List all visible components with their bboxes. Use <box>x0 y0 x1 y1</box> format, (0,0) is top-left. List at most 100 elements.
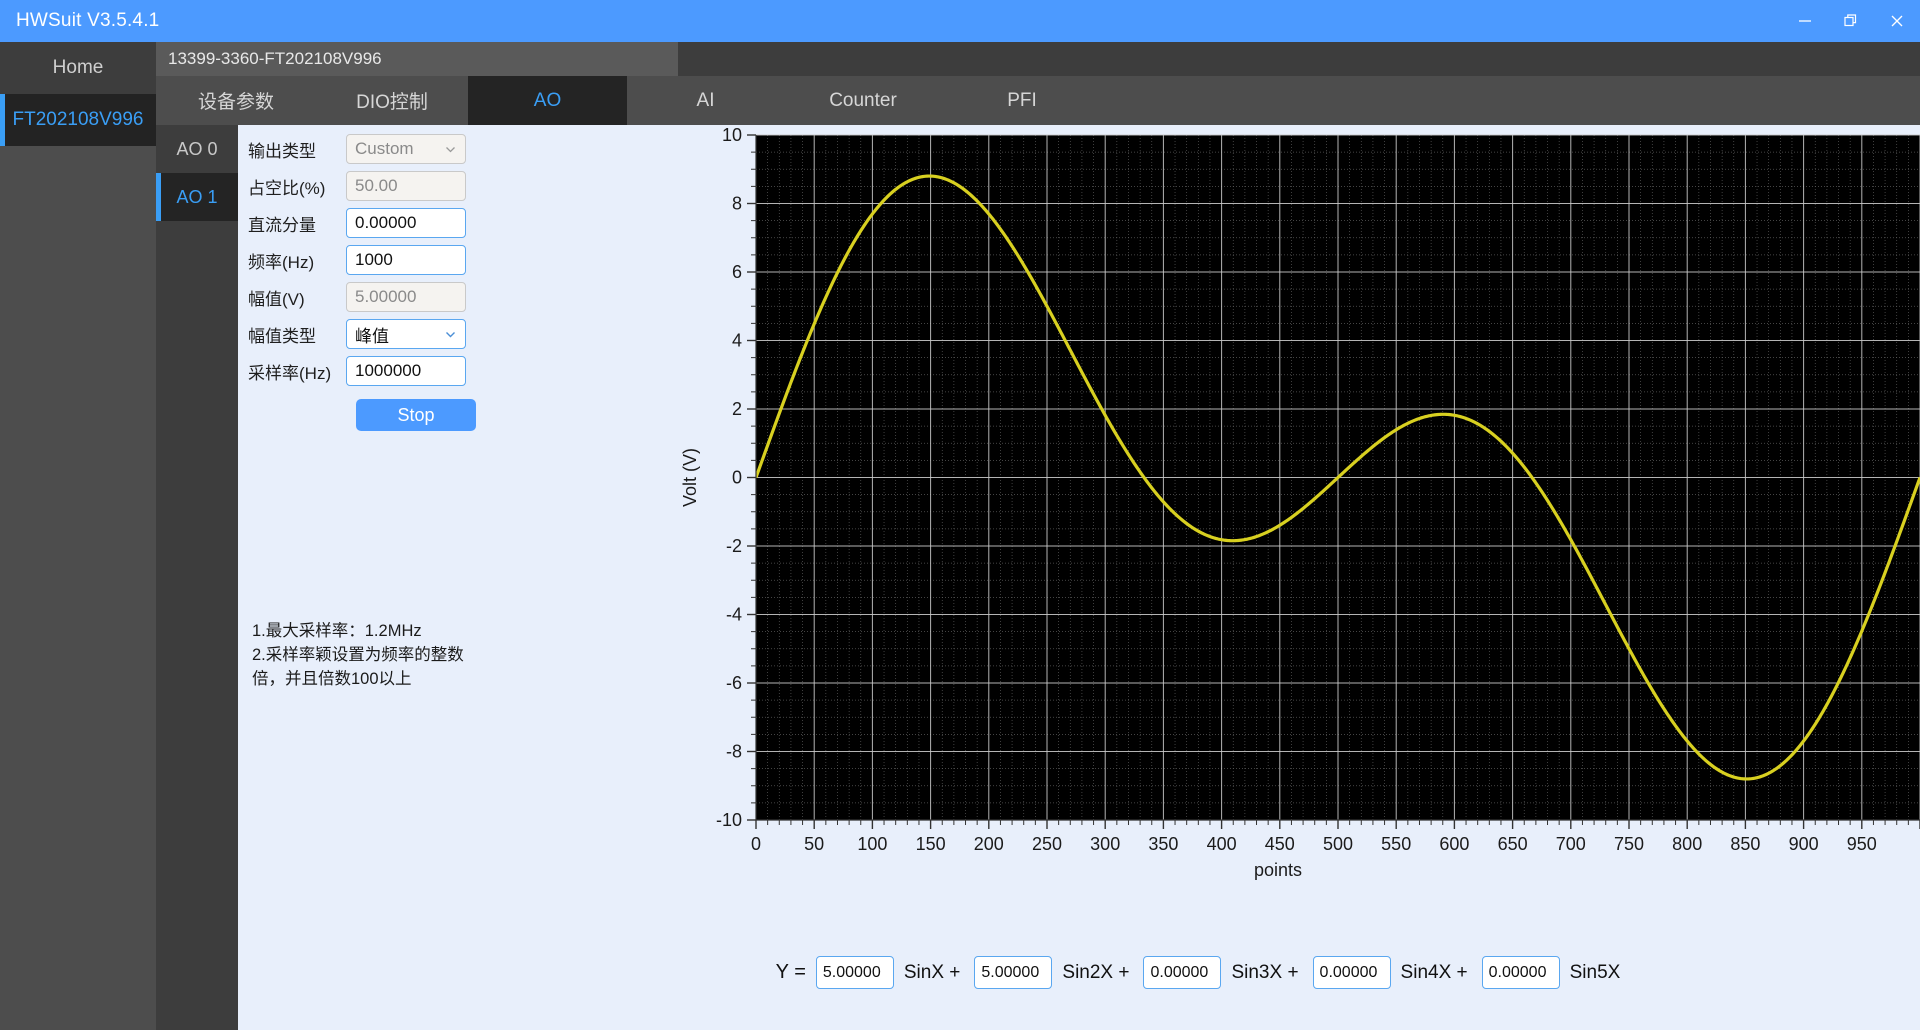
form-row-amplitude-type: 幅值类型 峰值 <box>248 318 476 350</box>
sin4-coefficient-value: 0.00000 <box>1320 964 1378 982</box>
device-title-bar: 13399-3360-FT202108V996 <box>156 42 678 76</box>
svg-text:550: 550 <box>1381 834 1411 854</box>
sample-rate-input[interactable]: 1000000 <box>346 356 466 386</box>
svg-text:750: 750 <box>1614 834 1644 854</box>
svg-text:Volt (V): Volt (V) <box>680 448 700 507</box>
svg-text:-10: -10 <box>716 810 742 830</box>
tab-counter[interactable]: Counter <box>784 76 942 125</box>
ao-channel-item-ao1[interactable]: AO 1 <box>156 173 238 221</box>
svg-text:150: 150 <box>916 834 946 854</box>
amplitude-type-select[interactable]: 峰值 <box>346 319 466 349</box>
note-line-1: 1.最大采样率：1.2MHz <box>252 620 472 644</box>
frequency-input[interactable]: 1000 <box>346 245 466 275</box>
harmonic-formula-bar: Y = 5.00000 SinX + 5.00000 Sin2X + 0.000… <box>476 915 1920 1030</box>
waveform-plot: -10-8-6-4-202468100501001502002503003504… <box>476 125 1920 915</box>
svg-text:100: 100 <box>857 834 887 854</box>
sin5-coefficient-input[interactable]: 0.00000 <box>1482 956 1560 989</box>
tab-device-params[interactable]: 设备参数 <box>156 76 316 125</box>
restore-icon[interactable] <box>1828 0 1874 42</box>
field-label: 占空比(%) <box>248 174 346 199</box>
field-label: 输出类型 <box>248 137 346 162</box>
svg-text:950: 950 <box>1847 834 1877 854</box>
formula-prefix: Y = <box>776 961 806 984</box>
svg-text:2: 2 <box>732 399 742 419</box>
svg-text:500: 500 <box>1323 834 1353 854</box>
tab-label: 设备参数 <box>198 87 274 114</box>
device-title: 13399-3360-FT202108V996 <box>168 49 382 69</box>
tab-label: AO <box>534 90 561 112</box>
sidebar-item-label: Home <box>53 57 104 79</box>
ao-parameter-form: 输出类型 Custom 占空比(%) 50.00 直流分量 0.00000 <box>248 133 476 431</box>
svg-text:350: 350 <box>1148 834 1178 854</box>
form-row-frequency: 频率(Hz) 1000 <box>248 244 476 276</box>
sin2-coefficient-input[interactable]: 5.00000 <box>974 956 1052 989</box>
svg-text:700: 700 <box>1556 834 1586 854</box>
duty-cycle-input[interactable]: 50.00 <box>346 171 466 201</box>
title-bar: HWSuit V3.5.4.1 <box>0 0 1920 42</box>
sidebar-item-device[interactable]: FT202108V996 <box>0 94 156 146</box>
svg-text:400: 400 <box>1207 834 1237 854</box>
tab-label: PFI <box>1007 90 1037 112</box>
form-row-sample-rate: 采样率(Hz) 1000000 <box>248 355 476 387</box>
svg-text:-8: -8 <box>726 742 742 762</box>
amplitude-input[interactable]: 5.00000 <box>346 282 466 312</box>
svg-text:8: 8 <box>732 194 742 214</box>
app-title: HWSuit V3.5.4.1 <box>16 10 159 32</box>
svg-text:900: 900 <box>1789 834 1819 854</box>
svg-text:10: 10 <box>722 125 742 145</box>
svg-text:points: points <box>1254 860 1302 880</box>
svg-text:650: 650 <box>1498 834 1528 854</box>
sidebar-item-label: FT202108V996 <box>13 109 144 131</box>
sin1-term-label: SinX + <box>904 962 961 984</box>
tab-dio-control[interactable]: DIO控制 <box>316 76 468 125</box>
tab-ao[interactable]: AO <box>468 76 627 125</box>
tab-label: Counter <box>829 90 897 112</box>
ao-channel-label: AO 1 <box>176 187 217 208</box>
svg-text:200: 200 <box>974 834 1004 854</box>
tab-label: DIO控制 <box>356 87 428 114</box>
sin4-coefficient-input[interactable]: 0.00000 <box>1313 956 1391 989</box>
svg-text:300: 300 <box>1090 834 1120 854</box>
sin1-coefficient-input[interactable]: 5.00000 <box>816 956 894 989</box>
sin1-coefficient-value: 5.00000 <box>823 964 881 982</box>
svg-text:-4: -4 <box>726 605 742 625</box>
field-label: 采样率(Hz) <box>248 359 346 384</box>
svg-text:-2: -2 <box>726 536 742 556</box>
svg-text:0: 0 <box>751 834 761 854</box>
svg-text:450: 450 <box>1265 834 1295 854</box>
stop-button[interactable]: Stop <box>356 399 476 431</box>
field-label: 幅值类型 <box>248 322 346 347</box>
duty-cycle-value: 50.00 <box>355 176 398 196</box>
tab-pfi[interactable]: PFI <box>942 76 1102 125</box>
sin3-coefficient-input[interactable]: 0.00000 <box>1143 956 1221 989</box>
ao-settings-panel: 输出类型 Custom 占空比(%) 50.00 直流分量 0.00000 <box>238 125 1920 1030</box>
dc-offset-value: 0.00000 <box>355 213 416 233</box>
ao-channel-list: AO 0 AO 1 <box>156 125 238 1030</box>
svg-text:600: 600 <box>1439 834 1469 854</box>
main-region: 13399-3360-FT202108V996 设备参数 DIO控制 AO AI… <box>156 42 1920 1030</box>
sidebar-item-home[interactable]: Home <box>0 42 156 94</box>
svg-text:250: 250 <box>1032 834 1062 854</box>
ao-channel-label: AO 0 <box>176 139 217 160</box>
window-controls <box>1782 0 1920 42</box>
chevron-down-icon <box>444 143 457 156</box>
svg-text:800: 800 <box>1672 834 1702 854</box>
sin5-term-label: Sin5X <box>1570 962 1621 984</box>
sin2-term-label: Sin2X + <box>1062 962 1129 984</box>
dc-offset-input[interactable]: 0.00000 <box>346 208 466 238</box>
tab-ai[interactable]: AI <box>627 76 784 125</box>
note-line-2: 2.采样率颖设置为频率的整数倍，并且倍数100以上 <box>252 644 472 692</box>
stop-button-wrap: Stop <box>248 399 476 431</box>
field-label: 直流分量 <box>248 211 346 236</box>
form-row-duty-cycle: 占空比(%) 50.00 <box>248 170 476 202</box>
minimize-icon[interactable] <box>1782 0 1828 42</box>
close-icon[interactable] <box>1874 0 1920 42</box>
tab-strip: 设备参数 DIO控制 AO AI Counter PFI <box>156 76 1920 125</box>
sin5-coefficient-value: 0.00000 <box>1489 964 1547 982</box>
form-row-output-type: 输出类型 Custom <box>248 133 476 165</box>
output-type-select[interactable]: Custom <box>346 134 466 164</box>
ao-channel-item-ao0[interactable]: AO 0 <box>156 125 238 173</box>
amplitude-value: 5.00000 <box>355 287 416 307</box>
svg-text:50: 50 <box>804 834 824 854</box>
field-label: 频率(Hz) <box>248 248 346 273</box>
